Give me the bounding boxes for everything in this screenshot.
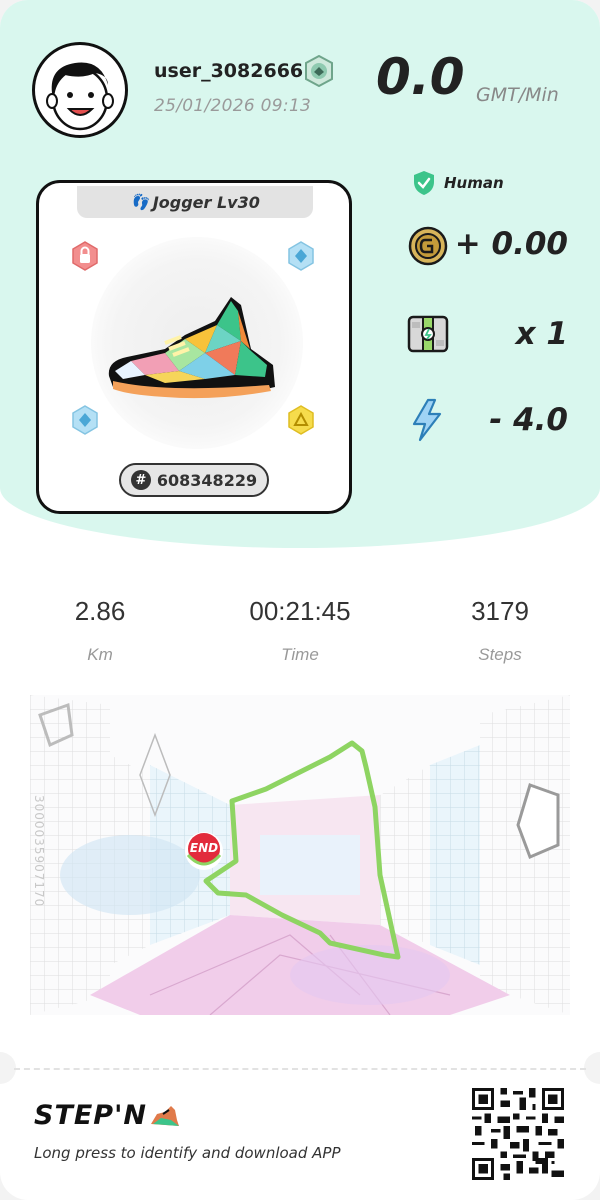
- gmt-coin-icon: [408, 226, 448, 266]
- ticket-divider: [14, 1068, 586, 1070]
- distance-value: 2.86: [74, 596, 126, 626]
- brand-name: STEP'N: [34, 1100, 147, 1131]
- energy-consumed-value: - 4.0: [489, 402, 568, 438]
- qr-code[interactable]: [472, 1088, 564, 1180]
- avatar-face-icon: [46, 62, 114, 131]
- sneaker-image: [108, 297, 276, 399]
- route-map[interactable]: 3000035907170 END: [30, 695, 570, 1015]
- avatar[interactable]: [32, 42, 128, 138]
- shield-check-icon: [414, 171, 434, 195]
- end-marker-label: END: [189, 841, 219, 855]
- achievement-badge-icon: [305, 55, 333, 87]
- mystery-box-icon: [407, 315, 449, 353]
- sneaker-id-pill: # 608348229: [119, 463, 269, 497]
- steps-metric: 3179 Steps: [410, 596, 590, 665]
- sneaker-type-label: Jogger Lv30: [152, 192, 260, 212]
- sneaker-id: 608348229: [156, 470, 258, 490]
- human-label: Human: [444, 174, 504, 192]
- time-label: Time: [281, 645, 319, 664]
- download-tagline: Long press to identify and download APP: [34, 1144, 341, 1162]
- time-metric: 00:21:45 Time: [210, 596, 390, 665]
- hash-icon: #: [130, 470, 151, 490]
- lock-socket-icon[interactable]: [71, 241, 99, 271]
- gmt-rate-unit: GMT/Min: [476, 84, 559, 106]
- username: user_3082666: [154, 60, 304, 82]
- distance-metric: 2.86 Km: [10, 596, 190, 665]
- sneaker-logo-icon: [150, 1105, 179, 1126]
- ticket-notch-right: [584, 1052, 600, 1084]
- diamond-socket-icon[interactable]: [71, 405, 99, 435]
- sneaker-card[interactable]: 👣 Jogger Lv30 # 608348229: [36, 180, 352, 514]
- share-card: user_3082666 25/01/2026 09:13 0.0 GMT/Mi…: [0, 0, 600, 1200]
- mystery-box-count: x 1: [515, 316, 568, 352]
- triangle-socket-icon[interactable]: [287, 405, 315, 435]
- steps-value: 3179: [471, 596, 529, 626]
- gmt-rate-value: 0.0: [376, 48, 465, 106]
- human-verification: Human: [412, 170, 504, 196]
- stepn-logo: STEP'N: [34, 1100, 181, 1131]
- map-serial: 3000035907170: [32, 795, 46, 908]
- time-value: 00:21:45: [249, 596, 351, 626]
- gmt-earned-value: + 0.00: [454, 226, 568, 262]
- diamond-socket-icon[interactable]: [287, 241, 315, 271]
- footprints-icon: 👣: [130, 193, 149, 211]
- run-datetime: 25/01/2026 09:13: [154, 96, 312, 116]
- energy-bolt-icon: [412, 398, 442, 442]
- distance-label: Km: [87, 645, 113, 664]
- sneaker-type-tag: 👣 Jogger Lv30: [77, 186, 313, 218]
- steps-label: Steps: [478, 645, 522, 664]
- city-illustration: [30, 695, 570, 1015]
